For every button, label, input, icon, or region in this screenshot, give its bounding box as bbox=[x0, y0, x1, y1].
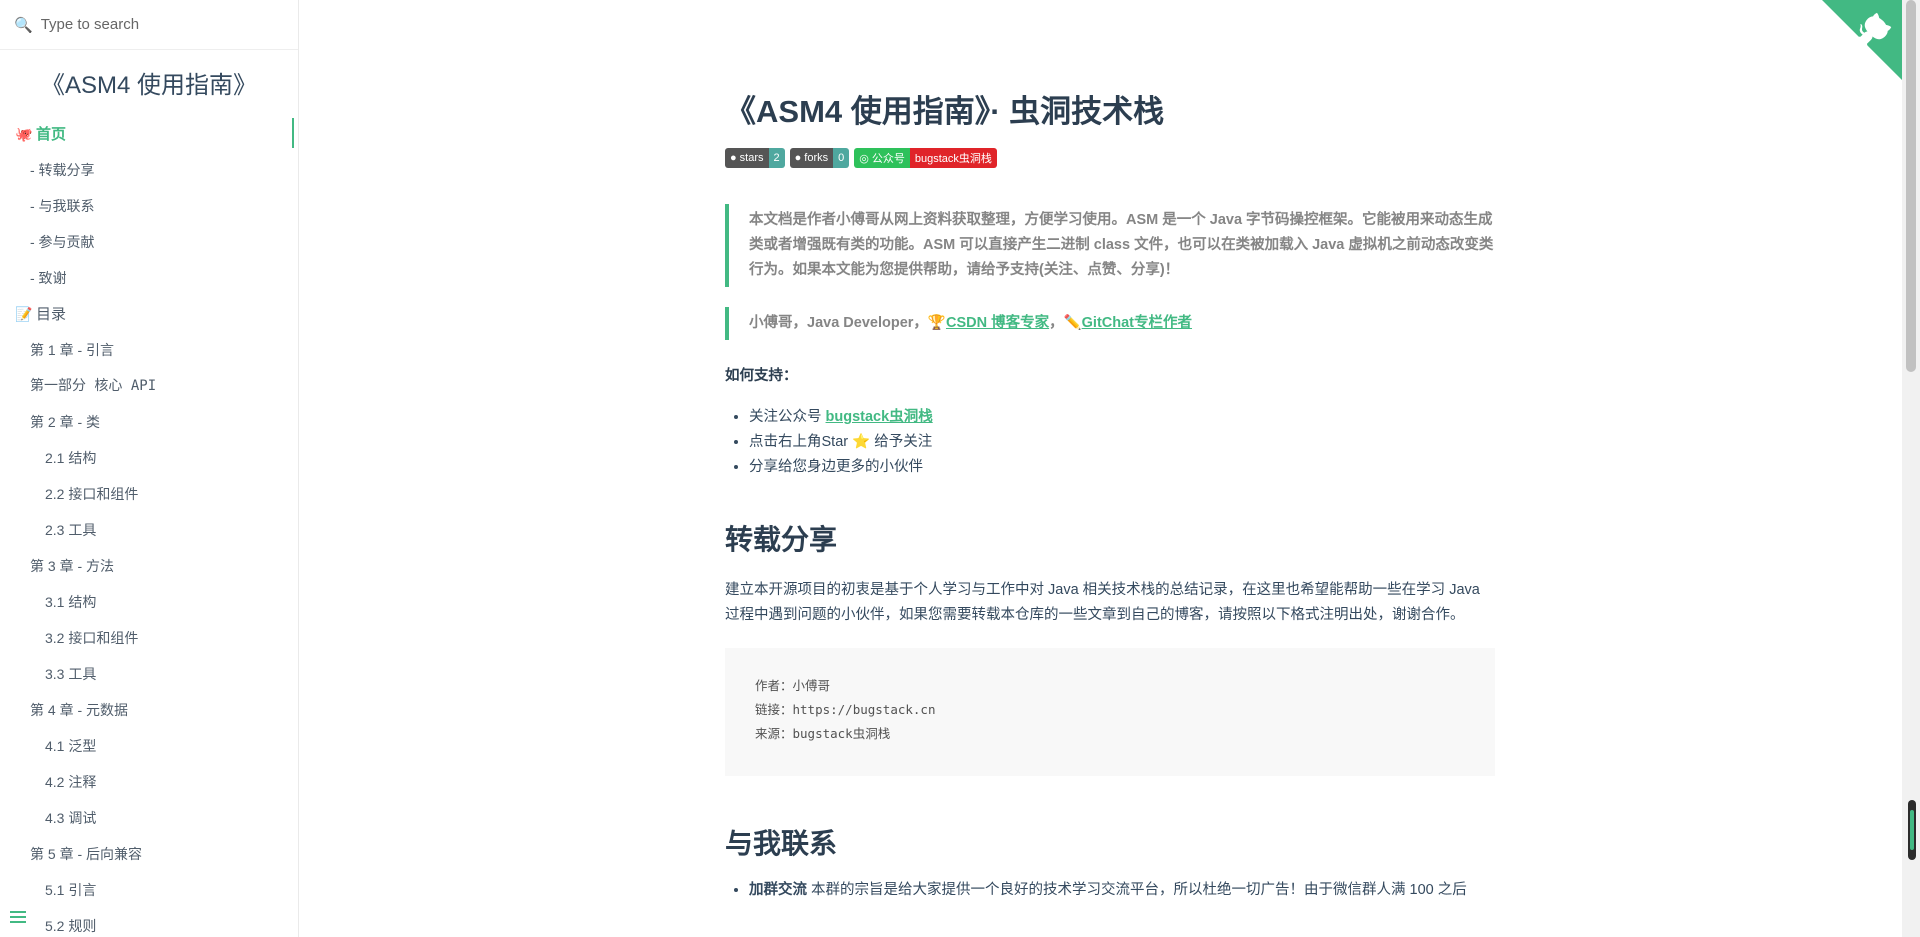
sidebar-item[interactable]: 3.2 接口和组件 bbox=[0, 620, 298, 656]
sidebar-item[interactable]: 5.2 规则 bbox=[0, 908, 298, 937]
sidebar-item-label: 第 3 章 - 方法 bbox=[30, 558, 115, 574]
markdown-section: 《ASM4 使用指南》· 虫洞技术栈 ● stars 2 ● forks 0 ◎ bbox=[725, 92, 1495, 903]
repost-heading[interactable]: 转载分享 bbox=[725, 520, 1495, 560]
sidebar-item[interactable]: 2.2 接口和组件 bbox=[0, 476, 298, 512]
sidebar-item-label: 2.2 接口和组件 bbox=[45, 486, 139, 502]
forks-badge[interactable]: ● forks 0 bbox=[789, 148, 850, 168]
wechat-badge[interactable]: ◎ 公众号 bugstack虫洞栈 bbox=[854, 148, 997, 168]
csdn-link[interactable]: CSDN 博客专家 bbox=[946, 315, 1049, 331]
sidebar-item-label: 5.2 规则 bbox=[45, 918, 97, 934]
sidebar-item[interactable]: - 致谢 bbox=[0, 260, 298, 296]
sidebar-item[interactable]: 2.1 结构 bbox=[0, 440, 298, 476]
sidebar-item-label: 3.3 工具 bbox=[45, 666, 97, 682]
github-octocat-icon bbox=[1822, 0, 1902, 80]
code-block: 作者：小傅哥链接：https://bugstack.cn 来源：bugstack虫… bbox=[725, 648, 1495, 776]
github-corner-icon[interactable] bbox=[1822, 0, 1902, 80]
memo-icon: 📝 bbox=[15, 306, 33, 322]
sidebar-item-label: 第 5 章 - 后向兼容 bbox=[30, 846, 143, 862]
list-item: 加群交流 本群的宗旨是给大家提供一个良好的技术学习交流平台，所以杜绝一切广告！由… bbox=[749, 878, 1495, 903]
github-icon-label: ● stars bbox=[725, 148, 769, 168]
contact-heading[interactable]: 与我联系 bbox=[725, 824, 1495, 864]
sidebar-item[interactable]: 3.3 工具 bbox=[0, 656, 298, 692]
list-item: 点击右上角Star ⭐ 给予关注 bbox=[749, 430, 1495, 455]
sidebar-item-label: 4.3 调试 bbox=[45, 810, 97, 826]
sidebar-item[interactable]: 📝 目录 bbox=[0, 296, 298, 332]
sidebar-item-label: 4.2 注释 bbox=[45, 774, 97, 790]
app-name[interactable]: 《ASM4 使用指南》 bbox=[0, 70, 298, 102]
github-icon: ● bbox=[794, 152, 802, 164]
sidebar-item-label: 目录 bbox=[36, 306, 67, 323]
sidebar-item[interactable]: 第 2 章 - 类 bbox=[0, 404, 298, 440]
badge-row: ● stars 2 ● forks 0 ◎ 公众号 bugstack虫洞栈 bbox=[725, 148, 1495, 168]
sidebar-item[interactable]: - 转载分享 bbox=[0, 152, 298, 188]
pencil-icon: ✏️ bbox=[1063, 315, 1082, 331]
wechat-icon-label: ◎ 公众号 bbox=[854, 148, 910, 168]
sidebar-item-label: - 参与贡献 bbox=[30, 234, 95, 250]
sidebar-item-label: 第 1 章 - 引言 bbox=[30, 342, 115, 358]
sidebar-item[interactable]: 第一部分 核心 API bbox=[0, 368, 298, 404]
sidebar-item[interactable]: - 参与贡献 bbox=[0, 224, 298, 260]
sidebar-item[interactable]: 第 5 章 - 后向兼容 bbox=[0, 836, 298, 872]
sidebar-item[interactable]: - 与我联系 bbox=[0, 188, 298, 224]
sidebar-item[interactable]: 第 1 章 - 引言 bbox=[0, 332, 298, 368]
page-scrollbar[interactable] bbox=[1902, 0, 1920, 937]
wechat-icon: ◎ bbox=[859, 152, 869, 165]
repost-text: 建立本开源项目的初衷是基于个人学习与工作中对 Java 相关技术栈的总结记录，在… bbox=[725, 582, 1480, 623]
author-quote: 小傅哥，Java Developer，🏆CSDN 博客专家，✏️GitChat专… bbox=[725, 307, 1495, 340]
octocat-icon: 🐙 bbox=[15, 126, 33, 142]
list-item: 关注公众号 bugstack虫洞栈 bbox=[749, 405, 1495, 430]
search-input[interactable] bbox=[38, 15, 283, 34]
sidebar-item-label: - 与我联系 bbox=[30, 198, 95, 214]
sidebar-item[interactable]: 第 4 章 - 元数据 bbox=[0, 692, 298, 728]
list-item: 分享给您身边更多的小伙伴 bbox=[749, 455, 1495, 480]
sidebar-item[interactable]: 5.1 引言 bbox=[0, 872, 298, 908]
sidebar-item[interactable]: 3.1 结构 bbox=[0, 584, 298, 620]
sidebar-item-label: 3.2 接口和组件 bbox=[45, 630, 139, 646]
star-icon: ⭐ bbox=[852, 434, 871, 450]
sidebar-item-label: 2.1 结构 bbox=[45, 450, 97, 466]
sidebar-nav: 🐙 首页 - 转载分享 - 与我联系 - 参与贡献 - 致谢 📝 目录第 1 章 - 引言第一… bbox=[0, 116, 298, 937]
code-line: 链接：https://bugstack.cn bbox=[755, 702, 936, 717]
scroll-indicator[interactable] bbox=[1908, 800, 1916, 860]
sidebar-item-label: 第 2 章 - 类 bbox=[30, 414, 101, 430]
sidebar-item-label: 首页 bbox=[36, 126, 67, 143]
sidebar-item[interactable]: 4.3 调试 bbox=[0, 800, 298, 836]
sidebar-item-label: 第一部分 核心 API bbox=[30, 378, 157, 394]
trophy-icon: 🏆 bbox=[927, 315, 946, 331]
sidebar-item-label: 第 4 章 - 元数据 bbox=[30, 702, 129, 718]
main-content: 《ASM4 使用指南》· 虫洞技术栈 ● stars 2 ● forks 0 ◎ bbox=[299, 0, 1902, 937]
gitchat-link[interactable]: GitChat专栏作者 bbox=[1082, 315, 1192, 331]
github-icon-label: ● forks bbox=[789, 148, 834, 168]
code-line: 来源：bugstack虫洞栈 bbox=[755, 726, 891, 741]
sidebar-item-label: 3.1 结构 bbox=[45, 594, 97, 610]
sidebar-item[interactable]: 第 3 章 - 方法 bbox=[0, 548, 298, 584]
code-line: 作者：小傅哥 bbox=[755, 678, 831, 693]
sidebar-item-label: 4.1 泛型 bbox=[45, 738, 97, 754]
sidebar-item-label: 5.1 引言 bbox=[45, 882, 97, 898]
sidebar-item[interactable]: 2.3 工具 bbox=[0, 512, 298, 548]
sidebar-item-label: 2.3 工具 bbox=[45, 522, 97, 538]
sidebar-item[interactable]: 4.1 泛型 bbox=[0, 728, 298, 764]
search-icon: 🔍 bbox=[14, 16, 33, 34]
support-list: 关注公众号 bugstack虫洞栈 点击右上角Star ⭐ 给予关注 分享给您身… bbox=[725, 405, 1495, 480]
intro-quote: 本文档是作者小傅哥从网上资料获取整理，方便学习使用。ASM 是一个 Java 字… bbox=[725, 204, 1495, 287]
sidebar-item[interactable]: 🐙 首页 bbox=[0, 116, 298, 152]
how-support-label: 如何支持： bbox=[725, 368, 798, 384]
search-bar: 🔍 bbox=[0, 0, 298, 50]
wechat-link[interactable]: bugstack虫洞栈 bbox=[826, 409, 933, 425]
stars-badge[interactable]: ● stars 2 bbox=[725, 148, 785, 168]
github-icon: ● bbox=[730, 152, 737, 164]
sidebar: 🔍 《ASM4 使用指南》 🐙首页 - 转载分享 - 与我联系 - 参与贡献 - 致谢 📝… bbox=[0, 0, 299, 937]
page-title: 《ASM4 使用指南》· 虫洞技术栈 bbox=[725, 94, 1165, 129]
sidebar-toggle-icon[interactable] bbox=[10, 911, 26, 923]
sidebar-item-label: - 转载分享 bbox=[30, 162, 95, 178]
sidebar-item-label: - 致谢 bbox=[30, 270, 67, 286]
contact-list: 加群交流 本群的宗旨是给大家提供一个良好的技术学习交流平台，所以杜绝一切广告！由… bbox=[725, 878, 1495, 903]
sidebar-item[interactable]: 4.2 注释 bbox=[0, 764, 298, 800]
scrollbar-thumb[interactable] bbox=[1906, 0, 1916, 372]
